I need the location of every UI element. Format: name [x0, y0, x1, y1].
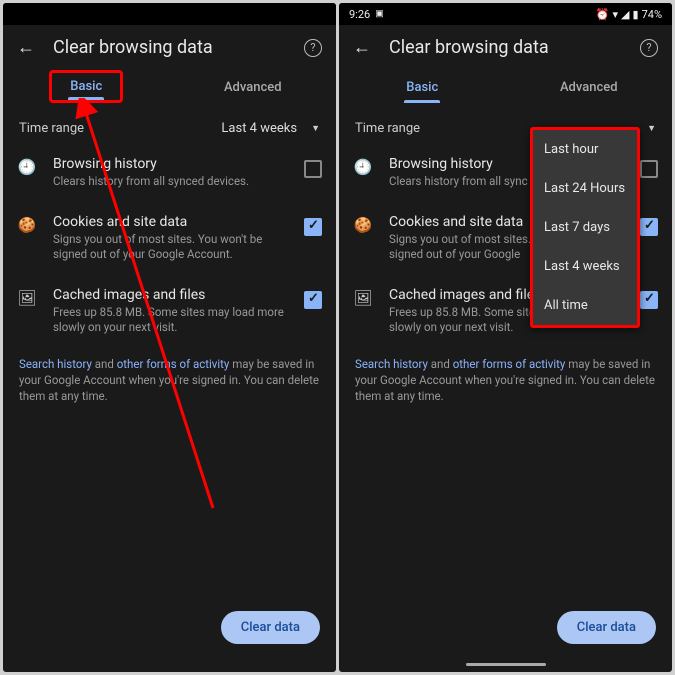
- clear-data-button[interactable]: Clear data: [557, 611, 656, 644]
- screenshot-left: ← Clear browsing data ? Basic Advanced T…: [3, 3, 336, 672]
- time-range-row[interactable]: Time range Last 4 weeks ▼: [3, 103, 336, 144]
- clock-icon: 🕘: [353, 156, 373, 176]
- tabs: Basic Advanced: [3, 70, 336, 103]
- cookie-icon: 🍪: [17, 214, 37, 234]
- chevron-down-icon: ▼: [311, 123, 320, 134]
- tab-basic[interactable]: Basic: [52, 73, 120, 100]
- image-icon: 🖼: [17, 287, 37, 307]
- help-icon[interactable]: ?: [304, 39, 322, 57]
- time-range-dropdown: Last hour Last 24 Hours Last 7 days Last…: [530, 127, 640, 328]
- dd-last-7d[interactable]: Last 7 days: [533, 208, 637, 247]
- footnote: Search history and other forms of activi…: [3, 348, 336, 412]
- link-other-activity[interactable]: other forms of activity: [117, 357, 230, 371]
- screenshot-right: 9:26 ▣ ⏰ ▾ ◢ ▮ 74% ← Clear browsing data…: [339, 3, 672, 672]
- back-icon[interactable]: ←: [17, 39, 35, 57]
- history-sub: Clears history from all synced devices.: [53, 174, 288, 190]
- history-checkbox[interactable]: [304, 160, 322, 178]
- annotation-highlight-basic: Basic: [49, 70, 123, 103]
- help-icon[interactable]: ?: [640, 39, 658, 57]
- history-title: Browsing history: [53, 156, 288, 172]
- status-bar: 9:26 ▣ ⏰ ▾ ◢ ▮ 74%: [339, 3, 672, 25]
- cookies-checkbox[interactable]: [304, 218, 322, 236]
- clock-icon: 🕘: [17, 156, 37, 176]
- alarm-icon: ⏰: [596, 8, 610, 21]
- tabs: Basic Advanced: [339, 70, 672, 103]
- clear-data-button[interactable]: Clear data: [221, 611, 320, 644]
- cache-title: Cached images and files: [53, 287, 288, 303]
- tab-advanced[interactable]: Advanced: [170, 70, 337, 103]
- wifi-icon: ▾: [613, 8, 619, 21]
- status-icon: ▣: [375, 9, 384, 19]
- status-time: 9:26: [349, 8, 370, 21]
- chevron-down-icon: ▼: [647, 123, 656, 134]
- tab-advanced[interactable]: Advanced: [506, 70, 673, 103]
- app-bar: ← Clear browsing data ?: [3, 25, 336, 70]
- history-checkbox[interactable]: [640, 160, 658, 178]
- row-cache[interactable]: 🖼 Cached images and files Frees up 85.8 …: [3, 275, 336, 348]
- link-search-history[interactable]: Search history: [19, 357, 92, 371]
- battery-icon: ▮: [633, 8, 639, 21]
- row-cookies[interactable]: 🍪 Cookies and site data Signs you out of…: [3, 202, 336, 275]
- dd-last-24h[interactable]: Last 24 Hours: [533, 169, 637, 208]
- time-range-value: Last 4 weeks: [221, 121, 297, 136]
- cache-checkbox[interactable]: [304, 291, 322, 309]
- link-other-activity[interactable]: other forms of activity: [453, 357, 566, 371]
- battery-level: 74%: [642, 8, 662, 21]
- cache-sub: Frees up 85.8 MB. Some sites may load mo…: [53, 305, 288, 336]
- image-icon: 🖼: [353, 287, 373, 307]
- dd-last-4w[interactable]: Last 4 weeks: [533, 247, 637, 286]
- row-browsing-history[interactable]: 🕘 Browsing history Clears history from a…: [3, 144, 336, 202]
- app-bar: ← Clear browsing data ?: [339, 25, 672, 70]
- footnote: Search history and other forms of activi…: [339, 348, 672, 412]
- page-title: Clear browsing data: [389, 37, 622, 58]
- signal-icon: ◢: [621, 8, 629, 21]
- dd-all-time[interactable]: All time: [533, 286, 637, 325]
- page-title: Clear browsing data: [53, 37, 286, 58]
- cookies-title: Cookies and site data: [53, 214, 288, 230]
- cookies-sub: Signs you out of most sites. You won't b…: [53, 232, 288, 263]
- cache-checkbox[interactable]: [640, 291, 658, 309]
- tab-basic[interactable]: Basic: [339, 70, 506, 103]
- link-search-history[interactable]: Search history: [355, 357, 428, 371]
- cookies-checkbox[interactable]: [640, 218, 658, 236]
- back-icon[interactable]: ←: [353, 39, 371, 57]
- nav-handle: [466, 663, 546, 666]
- cookie-icon: 🍪: [353, 214, 373, 234]
- dd-last-hour[interactable]: Last hour: [533, 130, 637, 169]
- status-bar: [3, 3, 336, 25]
- time-range-label: Time range: [19, 121, 221, 136]
